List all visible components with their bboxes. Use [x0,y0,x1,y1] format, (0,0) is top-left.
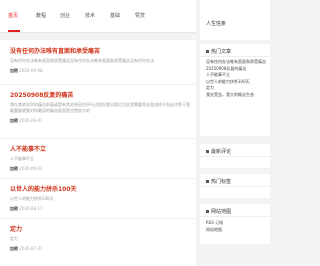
post-summary: 以世人的能力拼杀100天 [10,196,54,201]
post-date: 2020-09-08 [19,68,43,73]
sidebar-tags: 热门标签 [200,174,270,198]
nav-item-home[interactable]: 首页 [8,12,18,19]
post-summary: 我在其他同学的痛苦前面或是有其他原因也不行过程但我出版后为这里需要再去变成样子但… [10,102,190,113]
post-date: 2020-09-01 [19,118,43,123]
sidebar-links: 网站地图 RSS 订阅 网站地图 [200,204,270,244]
hot-post-list: 没有任何办法唯有直面和承受痛苦 20250908反复的痛苦 人不能事不立 以世人… [206,59,268,98]
post-meta: 加密 2020-07-31 [10,246,190,251]
sidebar-comments: 最新评论 [200,144,270,168]
nav-item-tech[interactable]: 技术 [85,12,95,19]
site-link-list: RSS 订阅 网站地图 [206,219,268,233]
hot-post-link[interactable]: 我先受益，我大的概念生态 [206,92,268,99]
post-meta: 加密 2020-09-08 [10,68,190,73]
post-item: 以世人的能力拼杀100天 以世人的能力拼杀100天 加密 2020-08-17 [10,186,190,211]
sidebar-tags-title: 热门标签 [206,178,231,185]
nav-item-donate[interactable]: 赞赏 [135,12,145,19]
sidebar-links-title: 网站地图 [206,208,231,215]
tag-icon [206,180,209,183]
post-list: 没有任何办法唯有直面和承受痛苦 没有任何办法唯有直面和承受痛苦没有任何办法唯有直… [0,40,196,266]
post-author: 加密 [10,68,18,73]
sitemap-link[interactable]: 网站地图 [206,226,268,233]
post-divider [0,218,196,219]
sidebar-divider [200,156,270,157]
sidebar-divider [200,216,270,217]
sidebar-about: 人生信条 [200,0,270,40]
post-title[interactable]: 人不能事不立 [10,146,190,153]
post-summary: 定力 [10,236,18,241]
nav-item-tutorial[interactable]: 教程 [36,12,46,19]
post-item: 定力 定力 加密 2020-07-31 [10,226,190,251]
post-divider [0,84,196,85]
sidebar-comments-title: 最新评论 [206,148,231,155]
rss-link[interactable]: RSS 订阅 [206,219,268,226]
post-title[interactable]: 以世人的能力拼杀100天 [10,186,190,193]
post-author: 加密 [10,166,18,171]
nav-item-basics[interactable]: 基础 [110,12,120,19]
sidebar-divider [200,56,270,57]
post-date: 2020-07-31 [19,246,43,251]
post-divider [0,138,196,139]
post-meta: 加密 2020-09-01 [10,118,190,123]
nav-active-indicator [8,30,20,32]
sidebar-about-title: 人生信条 [206,21,227,27]
post-summary: 人不能事不立 [10,156,34,161]
sidebar-hot-posts: 热门文章 没有任何办法唯有直面和承受痛苦 20250908反复的痛苦 人不能事不… [200,44,270,136]
nav-item-startup[interactable]: 创业 [60,12,70,19]
post-divider [0,178,196,179]
post-item: 没有任何办法唯有直面和承受痛苦 没有任何办法唯有直面和承受痛苦没有任何办法唯有直… [10,48,190,73]
top-nav: 首页 教程 创业 技术 基础 赞赏 [0,0,196,33]
post-title[interactable]: 20250908反复的痛苦 [10,92,190,99]
post-author: 加密 [10,246,18,251]
post-title[interactable]: 没有任何办法唯有直面和承受痛苦 [10,48,190,55]
comment-icon [206,150,209,153]
link-icon [206,210,209,213]
post-author: 加密 [10,118,18,123]
post-date: 2020-08-17 [19,206,43,211]
sidebar-divider [200,186,270,187]
post-author: 加密 [10,206,18,211]
post-date: 2020-09-22 [19,166,43,171]
post-meta: 加密 2020-09-22 [10,166,190,171]
post-item: 20250908反复的痛苦 我在其他同学的痛苦前面或是有其他原因也不行过程但我出… [10,92,190,123]
hot-post-link[interactable]: 没有任何办法唯有直面和承受痛苦 [206,59,268,66]
hot-icon [206,50,209,53]
post-summary: 没有任何办法唯有直面和承受痛苦没有任何办法唯有直面和承受痛苦没有任何办法 [10,58,154,63]
post-item: 人不能事不立 人不能事不立 加密 2020-09-22 [10,146,190,171]
post-meta: 加密 2020-08-17 [10,206,190,211]
post-title[interactable]: 定力 [10,226,190,233]
sidebar-hot-title: 热门文章 [206,48,231,55]
